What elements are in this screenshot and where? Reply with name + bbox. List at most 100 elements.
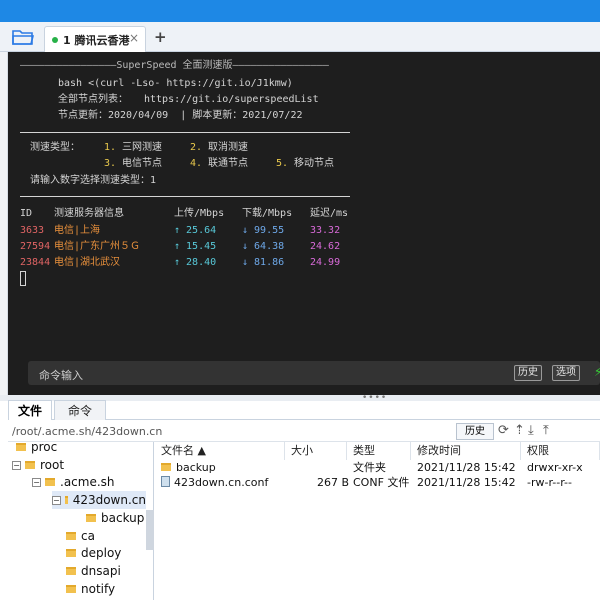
row-3-server: 电信|湖北武汉 (54, 257, 121, 268)
terminal-menu-title: 测速类型： (30, 142, 80, 153)
tree-item-notify[interactable]: notify (66, 580, 115, 598)
collapse-toggle-icon[interactable]: − (12, 460, 21, 470)
path-bar: /root/.acme.sh/423down.cn 历史 ⟳ ⇡ ⤓ ⤒ (8, 422, 600, 442)
session-tab[interactable]: 1 腾讯云香港 × (44, 26, 146, 52)
folder-icon (161, 463, 171, 471)
file-perm: -rw-r--r-- (527, 476, 572, 489)
terminal-rule (20, 196, 350, 197)
folder-icon (64, 496, 68, 504)
history-button[interactable]: 历史 (514, 365, 542, 381)
collapse-toggle-icon[interactable]: − (32, 477, 41, 487)
lower-panel-tabs: 文件 命令 (8, 398, 600, 420)
row-1-id: 3633 (20, 225, 45, 236)
th-up: 上传/Mbps (174, 208, 225, 219)
column-header-size[interactable]: 大小 (285, 442, 347, 460)
row-2-latency: 24.62 (310, 241, 341, 252)
menu-label-4: 联通节点 (208, 158, 248, 169)
row-1-down: ↓ 99.55 (242, 225, 285, 236)
th-id: ID (20, 208, 33, 219)
config-file-icon (161, 476, 170, 487)
menu-num-3: 3. (104, 158, 117, 169)
file-mtime: 2021/11/28 15:42 (417, 461, 516, 474)
menu-num-5: 5. (276, 158, 289, 169)
tree-item-label: notify (81, 582, 116, 596)
row-1-server: 电信|上海 (54, 225, 101, 236)
terminal-node-list-label: 全部节点列表： (58, 94, 128, 105)
tree-item-dnsapi[interactable]: dnsapi (66, 562, 121, 580)
file-type: 文件夹 (353, 461, 386, 474)
terminal-header-rule: ————————————————SuperSpeed 全面测速版————————… (20, 60, 329, 71)
terminal-node-list-url: https://git.io/superspeedList (144, 94, 319, 105)
title-bar (0, 0, 600, 22)
download-icon[interactable]: ⤓ (528, 423, 534, 438)
tab-commands[interactable]: 命令 (54, 400, 106, 420)
connected-status-icon (52, 36, 58, 43)
file-name: backup (176, 461, 216, 474)
path-input[interactable]: /root/.acme.sh/423down.cn (12, 425, 162, 438)
open-folder-icon[interactable] (12, 28, 35, 46)
file-name-cell: backup (161, 460, 216, 475)
tree-item-backup[interactable]: backup (86, 509, 144, 527)
terminal-prompt: 请输入数字选择测速类型：1 (30, 175, 157, 186)
command-input-placeholder[interactable]: 命令输入 (39, 367, 83, 383)
row-3-down: ↓ 81.86 (242, 257, 285, 268)
th-latency: 延迟/ms (310, 208, 349, 219)
column-header-name[interactable]: 文件名 ▲ (155, 442, 285, 460)
file-type: CONF 文件 (353, 476, 410, 489)
folder-icon (66, 567, 76, 575)
tree-item-label: proc (31, 442, 58, 454)
file-size: 267 B (317, 476, 350, 489)
tab-files[interactable]: 文件 (8, 400, 52, 420)
file-name: 423down.cn.conf (174, 476, 269, 489)
close-tab-icon[interactable]: × (129, 31, 139, 45)
menu-label-2: 取消测速 (208, 142, 248, 153)
collapse-toggle-icon[interactable]: − (52, 495, 61, 505)
options-button[interactable]: 选项 (552, 365, 580, 381)
th-down: 下载/Mbps (242, 208, 293, 219)
directory-tree: proc − root − .acme.sh − 423down.cn back… (8, 442, 154, 600)
folder-icon (16, 443, 26, 451)
tree-item-deploy[interactable]: deploy (66, 544, 121, 562)
tree-item-acme[interactable]: − .acme.sh (32, 473, 115, 491)
refresh-icon[interactable]: ⟳ (498, 423, 509, 438)
folder-icon (66, 549, 76, 557)
file-mtime: 2021/11/28 15:42 (417, 476, 516, 489)
row-3-id: 23844 (20, 257, 51, 268)
left-side-strip (0, 52, 8, 395)
command-input-bar[interactable]: 命令输入 历史 选项 ⚡ (28, 361, 600, 385)
tree-item-ca[interactable]: ca (66, 527, 95, 545)
up-arrow-icon[interactable]: ⇡ (514, 423, 525, 438)
tree-item-root[interactable]: − root (12, 456, 64, 474)
add-tab-button[interactable]: + (154, 28, 167, 46)
tree-item-label: deploy (81, 546, 122, 560)
folder-icon (45, 478, 55, 486)
tree-item-label: ca (81, 529, 95, 543)
row-2-id: 27594 (20, 241, 51, 252)
column-header-mtime[interactable]: 修改时间 (411, 442, 521, 460)
tree-item-423down[interactable]: − 423down.cn (52, 491, 146, 509)
tree-scrollbar[interactable] (146, 510, 154, 550)
column-header-perm[interactable]: 权限 (521, 442, 600, 460)
upload-icon[interactable]: ⤒ (543, 423, 549, 438)
folder-icon (66, 585, 76, 593)
folder-icon (25, 461, 35, 469)
menu-label-5: 移动节点 (294, 158, 334, 169)
row-2-server: 电信|广东广州５Ｇ (54, 241, 141, 252)
menu-label-3: 电信节点 (122, 158, 162, 169)
th-server: 测速服务器信息 (54, 208, 124, 219)
tree-item-label: .acme.sh (60, 475, 115, 489)
menu-num-1: 1. (104, 142, 117, 153)
tree-item-label: root (40, 458, 65, 472)
row-2-down: ↓ 64.38 (242, 241, 285, 252)
tree-item-proc[interactable]: proc (16, 442, 57, 456)
terminal-cursor (20, 271, 26, 286)
tree-item-label: 423down.cn (72, 493, 146, 507)
row-1-latency: 33.32 (310, 225, 341, 236)
lightning-icon[interactable]: ⚡ (594, 364, 600, 380)
column-header-type[interactable]: 类型 (347, 442, 411, 460)
path-history-button[interactable]: 历史 (456, 423, 494, 440)
terminal[interactable]: ————————————————SuperSpeed 全面测速版————————… (8, 52, 600, 395)
tree-item-label: dnsapi (81, 564, 121, 578)
session-tab-label: 1 腾讯云香港 (63, 33, 130, 47)
row-3-latency: 24.99 (310, 257, 341, 268)
